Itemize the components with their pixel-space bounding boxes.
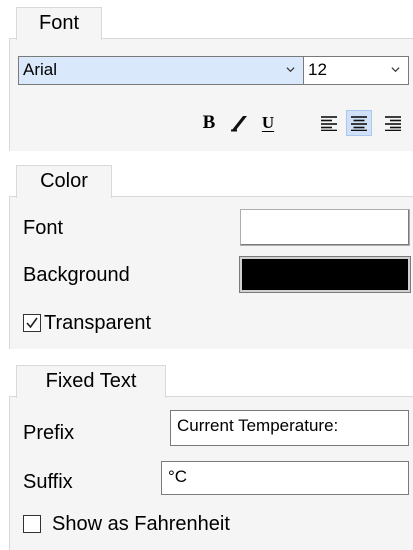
chevron-down-icon	[286, 67, 295, 73]
align-left-button[interactable]	[316, 110, 342, 136]
background-color-label: Background	[23, 264, 130, 286]
prefix-value: Current Temperature:	[177, 416, 339, 435]
align-center-button[interactable]	[346, 110, 372, 136]
align-right-icon	[385, 116, 401, 131]
transparent-label[interactable]: Transparent	[44, 312, 151, 335]
tab-color[interactable]: Color	[16, 165, 112, 198]
suffix-label: Suffix	[23, 471, 73, 493]
bold-button[interactable]: B	[196, 110, 222, 136]
align-left-icon	[321, 116, 337, 131]
font-size-value: 12	[308, 60, 327, 79]
suffix-input[interactable]: °C	[161, 461, 409, 495]
chevron-down-icon	[391, 67, 400, 73]
fahrenheit-checkbox[interactable]	[23, 515, 41, 533]
checkmark-icon	[26, 317, 38, 329]
bold-icon: B	[202, 112, 216, 133]
font-family-value: Arial	[23, 60, 58, 79]
transparent-checkbox[interactable]	[23, 314, 41, 332]
align-center-icon	[351, 116, 367, 131]
tab-font-label: Font	[38, 12, 80, 34]
underline-button[interactable]: U	[255, 110, 281, 136]
font-size-select[interactable]: 12	[303, 56, 409, 85]
underline-icon: U	[261, 113, 275, 132]
suffix-value: °C	[168, 467, 188, 486]
font-color-swatch[interactable]	[240, 209, 410, 246]
fahrenheit-label[interactable]: Show as Fahrenheit	[52, 513, 230, 536]
tab-fixed-text[interactable]: Fixed Text	[16, 365, 166, 398]
italic-icon	[231, 116, 247, 132]
italic-button[interactable]	[226, 110, 252, 136]
prefix-input[interactable]: Current Temperature:	[170, 410, 409, 446]
tab-fixed-text-label: Fixed Text	[45, 370, 137, 392]
background-color-swatch[interactable]	[240, 257, 410, 292]
font-color-label: Font	[23, 217, 64, 239]
align-right-button[interactable]	[380, 110, 406, 136]
tab-font[interactable]: Font	[16, 7, 102, 40]
prefix-label: Prefix	[23, 422, 75, 444]
font-family-select[interactable]: Arial	[18, 56, 304, 85]
tab-color-label: Color	[40, 170, 88, 192]
